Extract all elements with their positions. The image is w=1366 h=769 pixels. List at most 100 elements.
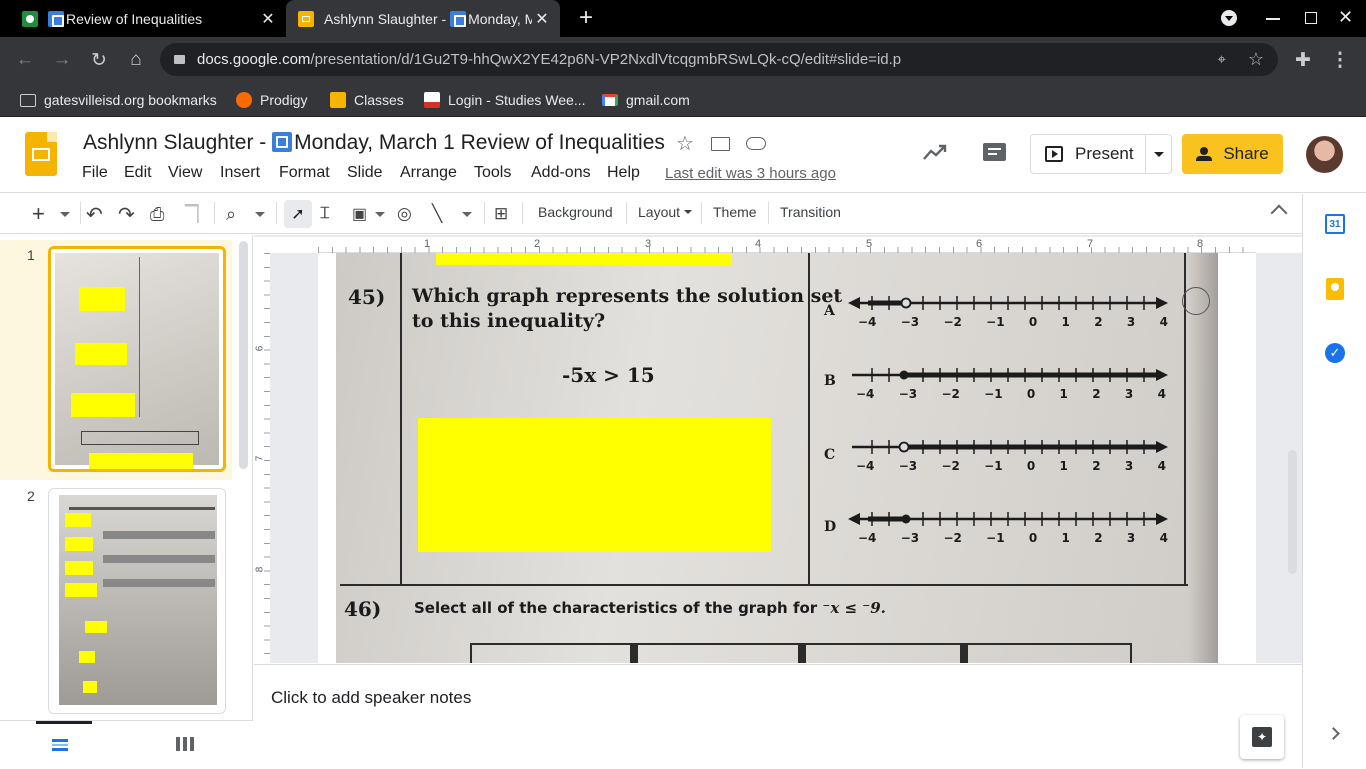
toolbar-divider bbox=[768, 202, 769, 224]
home-icon[interactable]: ⌂ bbox=[121, 45, 151, 75]
canvas-scrollbar[interactable] bbox=[1288, 450, 1297, 574]
toolbar-divider bbox=[626, 202, 627, 224]
browser-tab-active[interactable]: Ashlynn Slaughter - Monday, M ✕ bbox=[286, 0, 560, 37]
minimize-icon[interactable] bbox=[1266, 18, 1280, 20]
new-tab-button[interactable]: + bbox=[574, 6, 598, 30]
speaker-notes-placeholder[interactable]: Click to add speaker notes bbox=[271, 688, 471, 708]
menu-slide[interactable]: Slide bbox=[347, 164, 383, 182]
line-icon[interactable]: ╲ bbox=[432, 200, 442, 228]
insert-image-icon[interactable]: ▣ bbox=[352, 200, 367, 228]
select-tool-icon[interactable]: ➚ bbox=[284, 200, 312, 228]
last-edit-link[interactable]: Last edit was 3 hours ago bbox=[665, 165, 836, 182]
slides-logo-icon[interactable] bbox=[25, 132, 57, 176]
slides-favicon-icon bbox=[298, 10, 314, 27]
menu-file[interactable]: File bbox=[82, 164, 108, 182]
ruler-label: 8 bbox=[1197, 238, 1204, 250]
forward-icon[interactable]: → bbox=[47, 45, 77, 75]
image-dropdown-icon[interactable] bbox=[375, 200, 385, 228]
text-box-icon[interactable]: ⌶ bbox=[320, 200, 330, 228]
shape-icon[interactable]: ◎ bbox=[397, 200, 412, 228]
ruler-label: 2 bbox=[534, 238, 541, 250]
browser-tab-review[interactable]: Review of Inequalities ✕ bbox=[10, 0, 286, 37]
star-icon[interactable]: ☆ bbox=[676, 131, 694, 156]
slide-number: 1 bbox=[27, 247, 35, 263]
cloud-status-icon[interactable] bbox=[746, 137, 766, 150]
menu-view[interactable]: View bbox=[168, 164, 202, 182]
tasks-icon[interactable]: ✓ bbox=[1325, 343, 1345, 363]
tab-search-icon[interactable] bbox=[1221, 10, 1237, 26]
slide-thumbnail-1[interactable] bbox=[48, 246, 226, 472]
option-a-row: A −4 −3 −2 −1 0 1 2 3 4 bbox=[818, 283, 1168, 335]
menu-edit[interactable]: Edit bbox=[124, 164, 152, 182]
slide[interactable]: 45) Which graph represents the solution … bbox=[318, 253, 1256, 663]
zoom-dropdown-icon[interactable] bbox=[255, 200, 265, 228]
question-45-line2: to this inequality? bbox=[412, 310, 606, 332]
present-button[interactable]: Present bbox=[1030, 134, 1172, 174]
print-icon[interactable]: ⎙ bbox=[150, 200, 164, 228]
line-dropdown-icon[interactable] bbox=[462, 200, 472, 228]
slide-thumbnail-2[interactable] bbox=[48, 488, 226, 714]
bookmarks-bar: gatesvilleisd.org bookmarks Prodigy Clas… bbox=[0, 82, 1366, 117]
bookmark-classes[interactable]: Classes bbox=[330, 89, 404, 111]
expand-panel-icon[interactable] bbox=[1327, 727, 1340, 740]
bookmark-gatesville[interactable]: gatesvilleisd.org bookmarks bbox=[20, 89, 217, 111]
bookmark-star-icon[interactable]: ☆ bbox=[1248, 49, 1264, 70]
extensions-icon[interactable]: ✚ bbox=[1288, 45, 1318, 75]
close-tab-icon[interactable]: ✕ bbox=[258, 9, 278, 29]
reload-icon[interactable]: ↻ bbox=[84, 45, 114, 75]
bookmark-studies-weekly[interactable]: Login - Studies Wee... bbox=[424, 89, 585, 111]
explore-button[interactable]: ✦ bbox=[1240, 715, 1284, 759]
back-icon[interactable]: ← bbox=[10, 45, 40, 75]
background-button[interactable]: Background bbox=[538, 204, 613, 220]
ruler-label: 8 bbox=[254, 566, 266, 573]
ruler-label: 5 bbox=[866, 238, 873, 250]
menu-insert[interactable]: Insert bbox=[220, 164, 260, 182]
calendar-icon[interactable]: 31 bbox=[1325, 214, 1345, 234]
grid-view-icon[interactable] bbox=[176, 737, 194, 751]
present-options-button[interactable] bbox=[1145, 135, 1171, 173]
bookmark-prodigy[interactable]: Prodigy bbox=[236, 89, 307, 111]
add-comment-icon[interactable]: ⊞ bbox=[494, 200, 508, 228]
answer-highlight-box[interactable] bbox=[418, 418, 771, 552]
activity-trend-icon[interactable] bbox=[922, 142, 948, 167]
undo-icon[interactable]: ↶ bbox=[86, 200, 103, 228]
classroom-icon bbox=[330, 92, 346, 108]
menu-arrange[interactable]: Arrange bbox=[400, 164, 457, 182]
redo-icon[interactable]: ↷ bbox=[118, 200, 135, 228]
location-icon[interactable]: ⌖ bbox=[1218, 51, 1226, 68]
browser-menu-icon[interactable]: ⋮ bbox=[1325, 45, 1355, 75]
address-bar[interactable]: docs.google.com/presentation/d/1Gu2T9-hh… bbox=[160, 43, 1278, 76]
avatar[interactable] bbox=[1306, 136, 1343, 173]
list-view-icon[interactable] bbox=[36, 721, 92, 769]
new-slide-dropdown-icon[interactable] bbox=[60, 200, 70, 228]
paint-format-icon[interactable]: ▔▏ bbox=[185, 200, 210, 228]
menu-help[interactable]: Help bbox=[607, 164, 640, 182]
number-line-b bbox=[852, 368, 1168, 382]
comments-icon[interactable] bbox=[983, 143, 1006, 161]
move-folder-icon[interactable] bbox=[711, 137, 730, 151]
close-tab-icon[interactable]: ✕ bbox=[532, 9, 552, 29]
toolbar-divider bbox=[484, 202, 485, 224]
restore-icon[interactable] bbox=[1305, 12, 1317, 24]
theme-button[interactable]: Theme bbox=[713, 204, 757, 220]
speaker-notes[interactable]: Click to add speaker notes ✦ bbox=[254, 664, 1302, 768]
keep-icon[interactable] bbox=[1326, 278, 1344, 300]
menu-addons[interactable]: Add-ons bbox=[531, 164, 591, 182]
menu-format[interactable]: Format bbox=[279, 164, 330, 182]
menu-tools[interactable]: Tools bbox=[474, 164, 511, 182]
bookmark-gmail[interactable]: gmail.com bbox=[602, 89, 690, 111]
filmstrip-scrollbar[interactable] bbox=[239, 241, 248, 469]
presentation-title[interactable]: Ashlynn Slaughter - Monday, March 1 Revi… bbox=[83, 131, 665, 155]
share-button[interactable]: Share bbox=[1182, 134, 1283, 174]
new-slide-button[interactable]: + bbox=[32, 200, 45, 228]
folder-icon bbox=[20, 93, 36, 107]
question-45-inequality: -5x > 15 bbox=[562, 363, 655, 387]
tick-labels: −4 −3 −2 −1 0 1 2 3 4 bbox=[858, 315, 1168, 329]
transition-button[interactable]: Transition bbox=[780, 204, 841, 220]
tick-labels: −4 −3 −2 −1 0 1 2 3 4 bbox=[856, 459, 1166, 473]
zoom-icon[interactable]: ⌕ bbox=[226, 200, 236, 228]
option-label: C bbox=[824, 447, 836, 463]
close-window-icon[interactable]: ✕ bbox=[1338, 7, 1353, 28]
chevron-down-icon bbox=[683, 210, 692, 214]
layout-button[interactable]: Layout bbox=[638, 204, 692, 220]
